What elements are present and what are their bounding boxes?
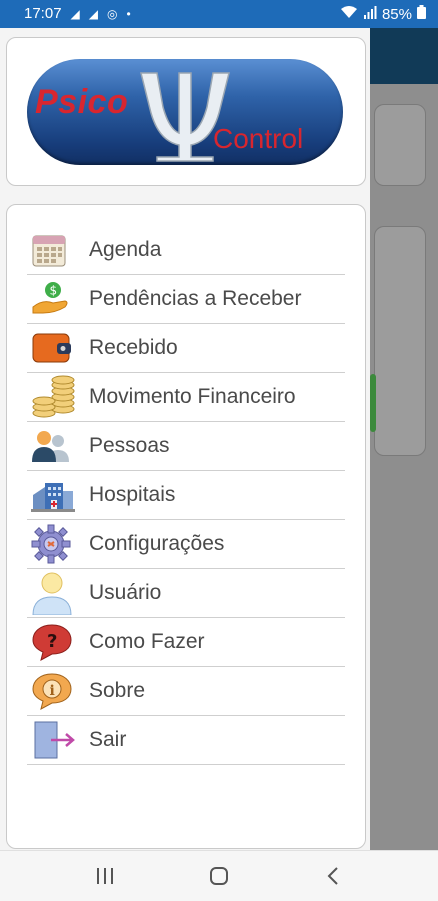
system-nav-bar: [0, 850, 438, 901]
wifi-icon: [340, 5, 358, 23]
status-right: 85%: [340, 5, 426, 23]
menu-item-label: Agenda: [89, 238, 162, 261]
menu-item-agenda[interactable]: Agenda: [27, 226, 345, 275]
hospital-icon: [31, 474, 81, 516]
svg-text:i: i: [50, 683, 55, 699]
clock: 17:07: [24, 5, 62, 22]
menu-item-sobre[interactable]: i Sobre: [27, 667, 345, 716]
gear-icon: [31, 523, 81, 565]
app-logo: Psico Control: [27, 59, 343, 165]
exit-door-icon: [31, 719, 81, 761]
background-card: [374, 226, 426, 456]
logo-word-psico: Psico: [35, 83, 129, 121]
menu-item-label: Recebido: [89, 336, 178, 359]
menu-card: Agenda $ Pendências a Receber Recebido M…: [6, 204, 366, 849]
navigation-drawer: Psico Control Agenda $ Pendências a Rece…: [0, 28, 370, 850]
menu-item-label: Como Fazer: [89, 630, 205, 653]
logo-word-control: Control: [213, 123, 304, 154]
menu-item-label: Hospitais: [89, 483, 176, 506]
menu-item-configuracoes[interactable]: Configurações: [27, 520, 345, 569]
menu-item-como-fazer[interactable]: ? Como Fazer: [27, 618, 345, 667]
background-card: [374, 104, 426, 186]
battery-percent: 85%: [381, 5, 412, 23]
people-icon: [31, 425, 81, 467]
menu-item-label: Sair: [89, 728, 127, 751]
home-icon[interactable]: [204, 863, 234, 889]
status-left: 17:07 ◢ ◢ ◎ •: [24, 5, 131, 22]
user-icon: [31, 572, 81, 615]
info-bubble-icon: i: [31, 670, 81, 712]
menu-item-recebido[interactable]: Recebido: [27, 324, 345, 373]
money-hand-icon: $: [31, 278, 81, 320]
calendar-icon: [31, 229, 81, 271]
menu-item-label: Movimento Financeiro: [89, 385, 296, 408]
menu-item-usuario[interactable]: Usuário: [27, 569, 345, 618]
signal-icon: [363, 5, 377, 23]
background-button: [370, 374, 376, 432]
svg-text:?: ?: [47, 631, 57, 652]
svg-text:$: $: [50, 284, 58, 298]
menu-item-label: Pendências a Receber: [89, 287, 302, 310]
menu-item-label: Pessoas: [89, 434, 170, 457]
logo-card: Psico Control: [6, 37, 366, 186]
menu-item-label: Sobre: [89, 679, 146, 702]
navigation-arrow-icon: ◢: [88, 6, 99, 21]
wallet-icon: [31, 327, 81, 369]
question-bubble-icon: ?: [31, 621, 81, 663]
coins-icon: [31, 375, 81, 418]
status-bar: 17:07 ◢ ◢ ◎ • 85%: [0, 0, 438, 28]
battery-icon: [417, 5, 426, 23]
menu-item-pessoas[interactable]: Pessoas: [27, 422, 345, 471]
menu-item-pendencias[interactable]: $ Pendências a Receber: [27, 275, 345, 324]
menu-item-label: Usuário: [89, 581, 162, 604]
target-icon: ◎: [107, 6, 118, 21]
menu-item-label: Configurações: [89, 532, 225, 555]
dot-icon: •: [126, 6, 131, 21]
recent-apps-icon[interactable]: [90, 863, 120, 889]
back-icon[interactable]: [318, 863, 348, 889]
menu-item-hospitais[interactable]: Hospitais: [27, 471, 345, 520]
menu-item-sair[interactable]: Sair: [27, 716, 345, 765]
drawer-menu: Agenda $ Pendências a Receber Recebido M…: [27, 226, 345, 765]
menu-item-movimento-financeiro[interactable]: Movimento Financeiro: [27, 373, 345, 422]
navigation-arrow-icon: ◢: [70, 6, 80, 21]
